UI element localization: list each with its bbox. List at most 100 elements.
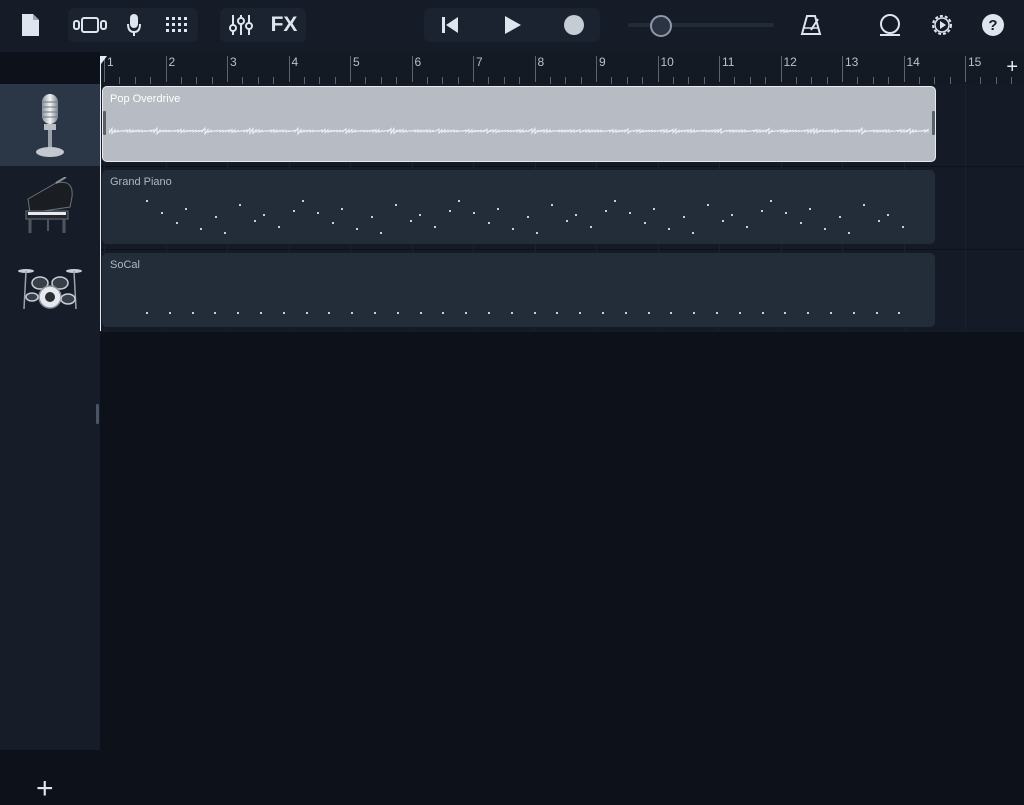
bar-number: 5 [353, 55, 360, 69]
track-header-socal[interactable] [0, 248, 100, 330]
bar-grid-line [965, 84, 966, 330]
bar-number: 14 [906, 55, 920, 69]
drum-hit [396, 312, 399, 314]
microphone-icon [127, 14, 141, 36]
track-header-grand-piano[interactable] [0, 166, 100, 248]
midi-note [278, 226, 280, 228]
help-button[interactable]: ? [980, 12, 1006, 38]
beat-tick [888, 77, 890, 84]
midi-note [644, 222, 646, 224]
beat-tick [672, 77, 674, 84]
fx-button[interactable]: FX [266, 10, 302, 40]
drum-hit [465, 312, 468, 314]
midi-note [146, 200, 148, 202]
midi-note [722, 220, 724, 222]
drum-hit [351, 312, 354, 314]
beat-tick [549, 77, 551, 84]
bar-line [719, 56, 720, 82]
beat-tick [611, 77, 613, 84]
bar-line [780, 56, 782, 82]
midi-note [824, 228, 826, 230]
beat-tick [1011, 77, 1013, 84]
midi-note [770, 200, 772, 202]
loop-icon [880, 14, 900, 36]
add-track-button[interactable]: + [36, 774, 54, 804]
midi-note [434, 226, 436, 228]
midi-note [317, 212, 319, 214]
midi-note [263, 214, 265, 216]
beat-tick [303, 77, 305, 84]
mic-button[interactable] [122, 10, 146, 40]
master-volume-slider[interactable] [628, 14, 774, 37]
bar-number: 15 [968, 55, 982, 69]
midi-note [473, 212, 475, 214]
timeline-ruler[interactable]: + 1 2 3 4 5 6 7 8 9 10 11 12 13 14 15 [100, 52, 1024, 85]
metronome-button[interactable] [798, 10, 824, 40]
midi-note [761, 210, 763, 212]
grid-button[interactable] [162, 10, 192, 40]
track-header-pop-overdrive[interactable] [0, 84, 100, 166]
midi-note [878, 220, 880, 222]
midi-note [590, 226, 592, 228]
beat-tick [196, 77, 198, 84]
playhead[interactable] [100, 56, 101, 331]
midi-note [800, 222, 802, 224]
drum-hit [488, 312, 490, 314]
midi-note [629, 212, 631, 214]
drum-hit [442, 312, 445, 314]
record-button[interactable] [556, 10, 592, 40]
midi-note [614, 200, 616, 202]
header-resize-handle[interactable] [96, 404, 99, 424]
region-grand-piano[interactable]: Grand Piano [102, 170, 935, 244]
bar-line [350, 56, 351, 82]
play-button[interactable] [494, 10, 530, 40]
track-headers: + [0, 84, 100, 804]
question-icon: ? [982, 14, 1004, 36]
bar-line [411, 56, 413, 82]
midi-note [707, 204, 709, 206]
midi-note [410, 220, 412, 222]
region-left-trim-handle[interactable] [103, 111, 106, 135]
beat-tick [688, 77, 690, 84]
midi-note [380, 232, 382, 234]
beat-tick [565, 77, 567, 84]
beat-tick [257, 77, 259, 84]
drum-hit [898, 312, 901, 314]
region-label: SoCal [110, 259, 140, 271]
my-songs-button[interactable] [18, 12, 42, 38]
mixer-button[interactable] [226, 10, 256, 40]
beat-tick [857, 77, 859, 84]
region-pop-overdrive[interactable]: Pop Overdrive [102, 86, 936, 162]
midi-note [458, 200, 460, 202]
add-section-button[interactable]: + [1006, 56, 1018, 79]
drum-kit-icon [18, 269, 82, 310]
midi-note [848, 232, 850, 234]
midi-note [746, 226, 748, 228]
slider-knob[interactable] [650, 15, 672, 37]
browser-button[interactable] [72, 10, 108, 40]
bar-number: 9 [599, 55, 606, 69]
go-to-beginning-button[interactable] [432, 10, 468, 40]
loop-browser-button[interactable] [876, 10, 904, 40]
region-right-trim-handle[interactable] [932, 111, 935, 135]
midi-note [488, 222, 490, 224]
tracks-area[interactable]: Pop Overdrive Grand Piano SoCal [100, 84, 1024, 750]
drum-hit [830, 312, 832, 314]
bar-number: 3 [230, 55, 237, 69]
drum-hit [237, 312, 240, 314]
instrument-browser-icon [73, 17, 107, 33]
midi-note [239, 204, 241, 206]
beat-tick [749, 77, 751, 84]
sliders-icon [229, 15, 253, 35]
drum-hit [214, 312, 217, 314]
region-socal[interactable]: SoCal [102, 253, 935, 327]
beat-tick [826, 77, 828, 84]
beat-tick [334, 77, 336, 84]
drum-hit [328, 312, 331, 314]
settings-button[interactable] [928, 10, 956, 40]
drum-hit [260, 312, 262, 314]
playhead-marker[interactable] [101, 56, 107, 64]
midi-note [302, 200, 304, 202]
gear-icon [932, 15, 952, 35]
drum-hit [510, 312, 513, 314]
